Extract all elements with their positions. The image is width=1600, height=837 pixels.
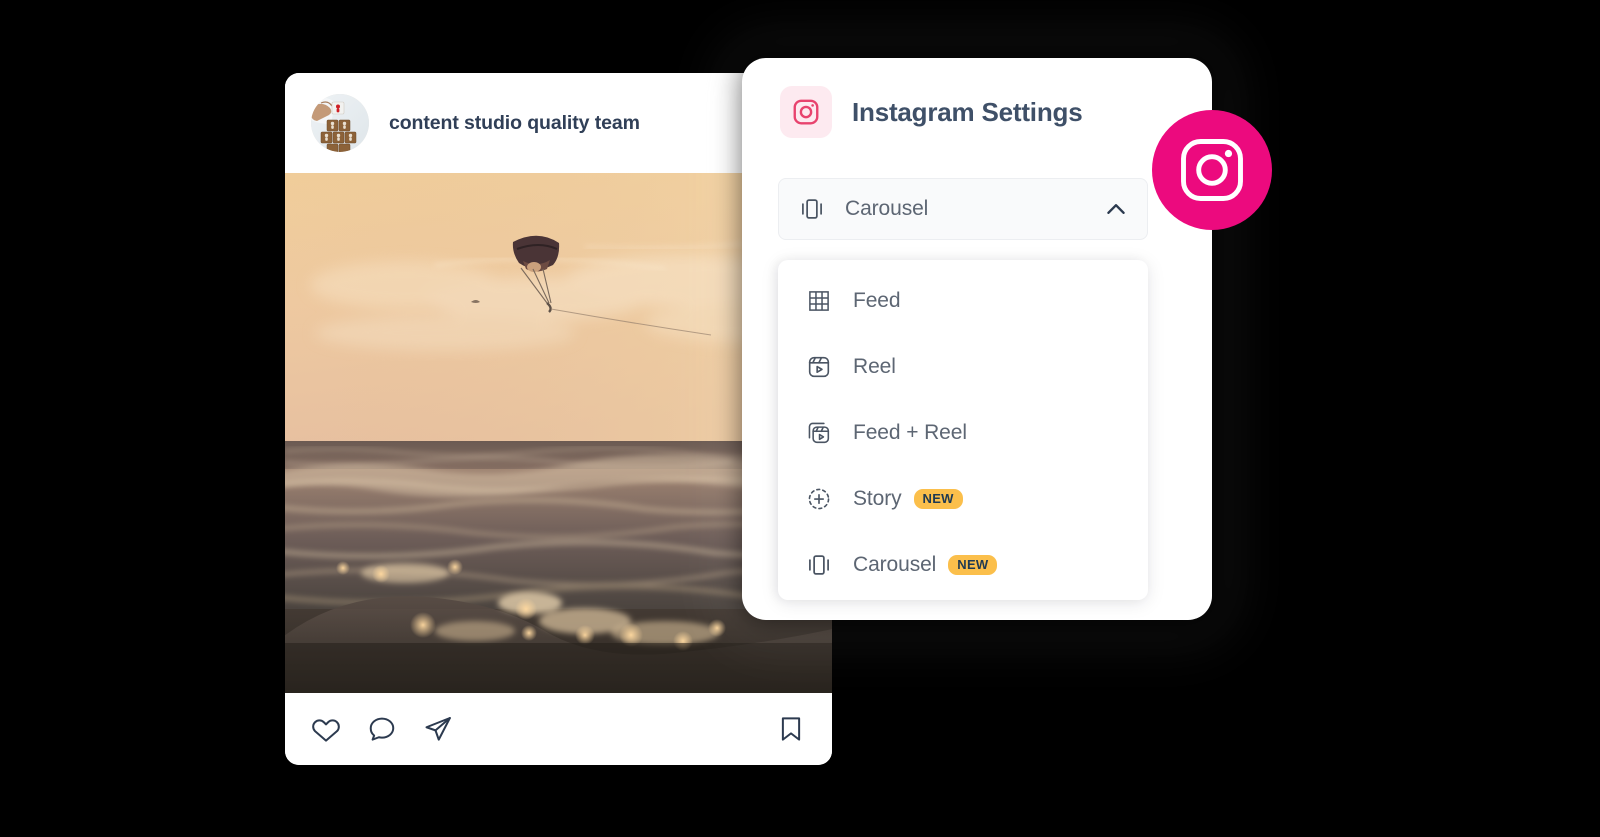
- dropdown-option-label: Story: [853, 487, 902, 510]
- dropdown-option-feed[interactable]: Feed: [778, 268, 1148, 334]
- feed-reel-icon: [806, 420, 832, 446]
- status-badge: NEW: [948, 555, 998, 575]
- page-title: Instagram Settings: [852, 96, 1083, 127]
- carousel-icon: [799, 196, 825, 222]
- dropdown-option-story[interactable]: Story NEW: [778, 466, 1148, 532]
- dropdown-option-reel[interactable]: Reel: [778, 334, 1148, 400]
- chevron-up-icon[interactable]: [1103, 196, 1129, 222]
- post-type-dropdown: Feed Reel Feed + Reel Story NEW Carousel…: [778, 260, 1148, 600]
- avatar-image: [311, 94, 369, 152]
- screen-root: content studio quality team Instagram Se…: [0, 0, 1600, 837]
- dropdown-option-carousel[interactable]: Carousel NEW: [778, 532, 1148, 598]
- instagram-floating-badge[interactable]: [1152, 110, 1272, 230]
- instagram-icon: [1181, 139, 1243, 201]
- instagram-icon: [780, 86, 832, 138]
- dropdown-option-label: Carousel: [853, 553, 937, 576]
- post-type-select-value: Carousel: [845, 197, 929, 220]
- reel-icon: [806, 354, 832, 380]
- grid-icon: [806, 288, 832, 314]
- carousel-icon: [806, 552, 832, 578]
- dropdown-option-label: Reel: [853, 355, 896, 378]
- post-username: content studio quality team: [389, 111, 640, 134]
- dropdown-option-feed-reel[interactable]: Feed + Reel: [778, 400, 1148, 466]
- dropdown-option-label: Feed: [853, 289, 901, 312]
- heart-icon[interactable]: [311, 714, 341, 744]
- post-action-group: [311, 714, 453, 744]
- dropdown-option-label: Feed + Reel: [853, 421, 967, 444]
- avatar[interactable]: [311, 94, 369, 152]
- comment-icon[interactable]: [367, 714, 397, 744]
- bookmark-icon[interactable]: [776, 714, 806, 744]
- story-plus-icon: [806, 486, 832, 512]
- post-save-group: [776, 714, 806, 744]
- paper-plane-icon[interactable]: [423, 714, 453, 744]
- status-badge: NEW: [913, 489, 963, 509]
- instagram-settings-panel: Instagram Settings Carousel Feed Reel Fe…: [742, 58, 1212, 620]
- post-type-select[interactable]: Carousel: [778, 178, 1148, 240]
- post-actions: [285, 693, 832, 765]
- settings-panel-header: Instagram Settings: [742, 58, 1212, 138]
